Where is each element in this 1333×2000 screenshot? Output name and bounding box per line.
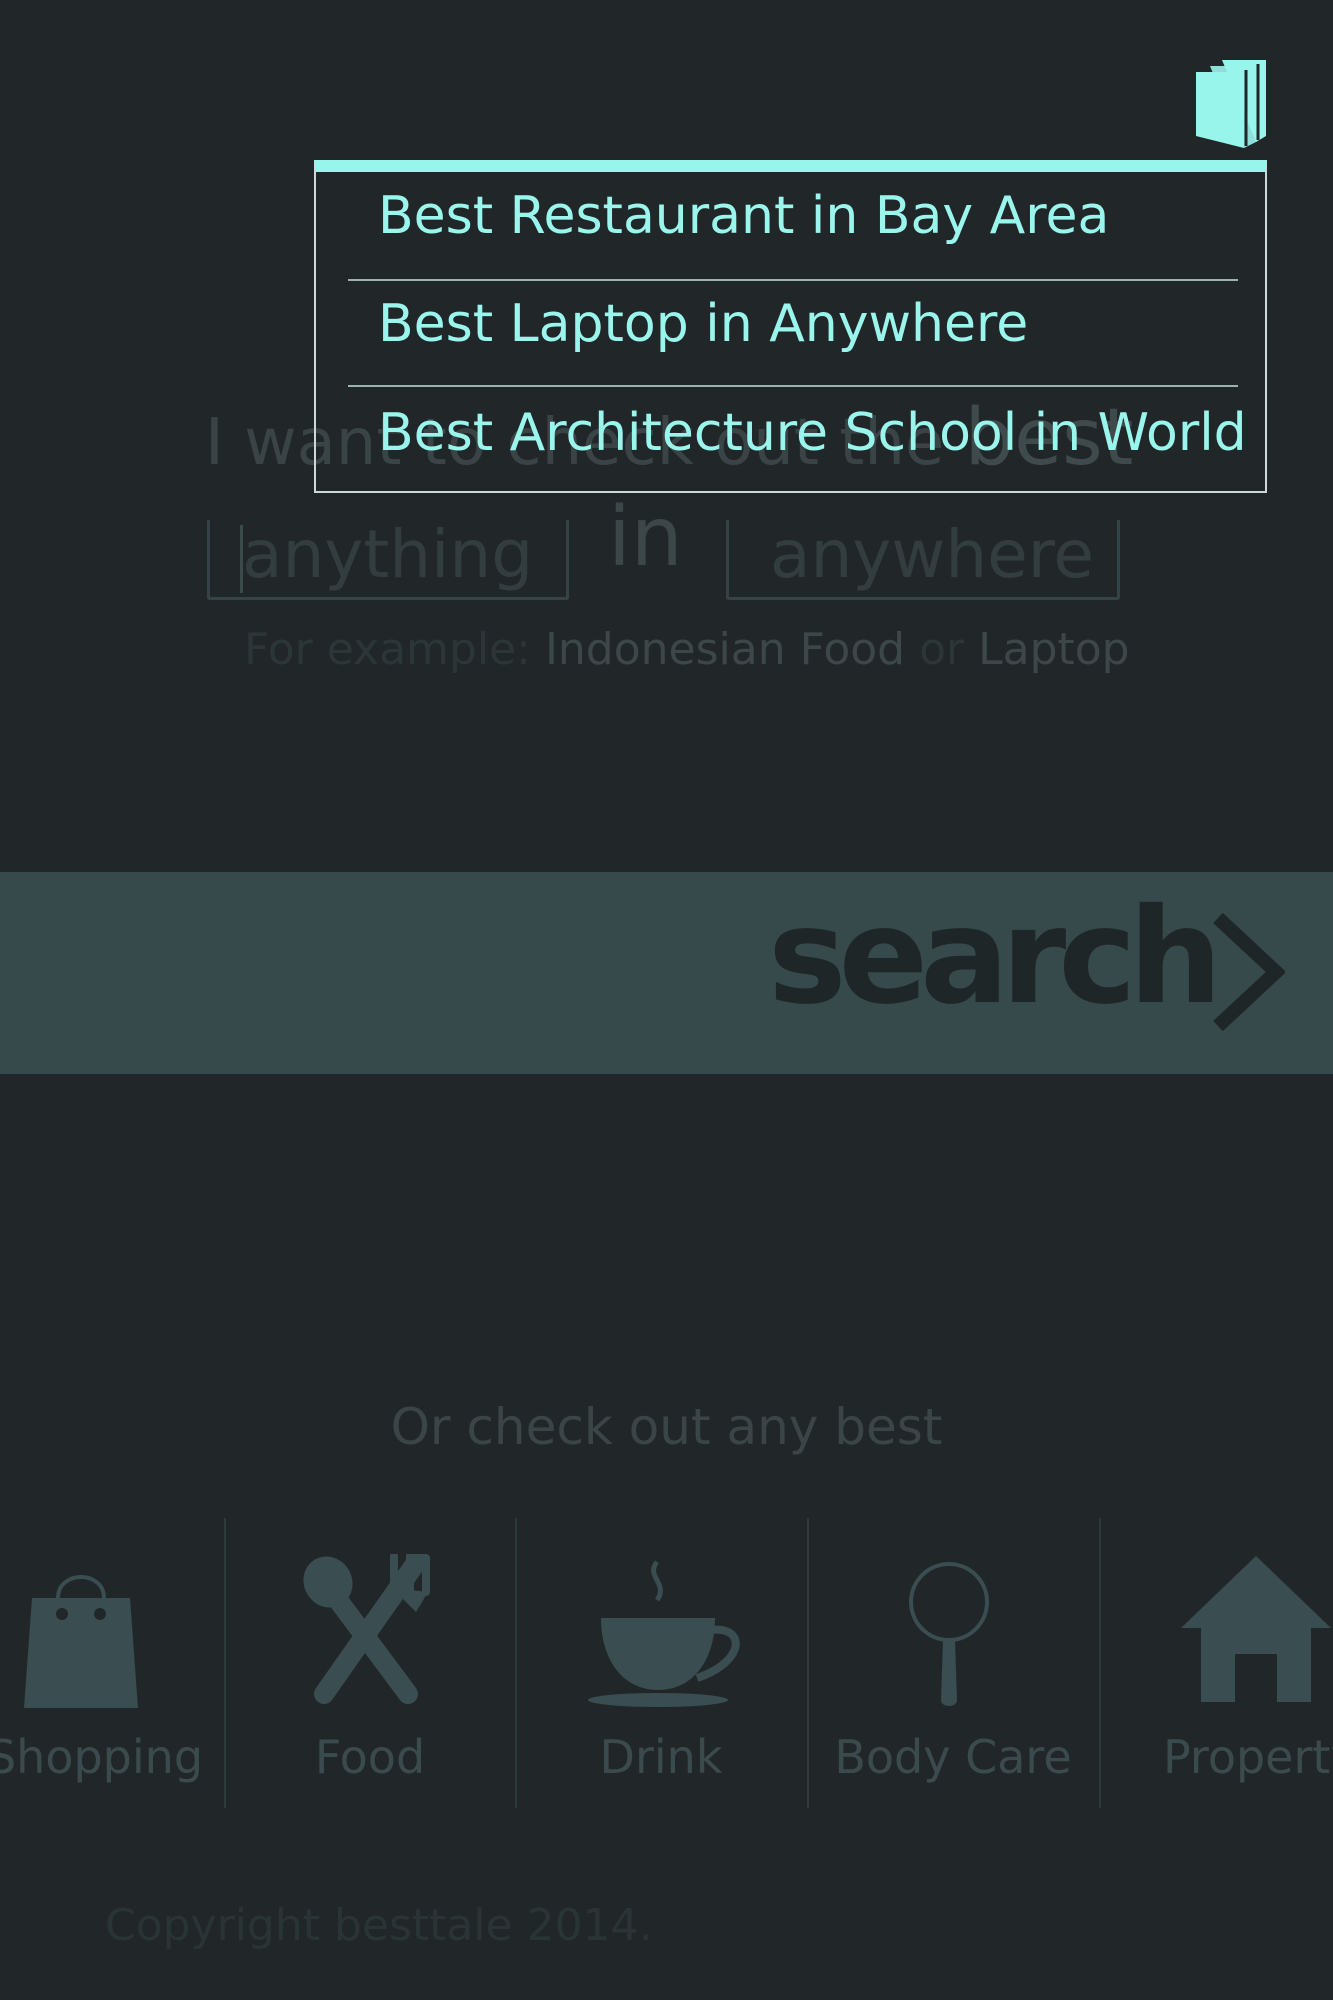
category-label: Body Care	[834, 1730, 1072, 1784]
example-link-indonesian-food[interactable]: Indonesian Food	[545, 624, 905, 675]
suggestion-divider	[348, 279, 1238, 281]
category-body-care[interactable]: Body Care	[809, 1518, 1097, 1808]
category-property[interactable]: Property	[1101, 1518, 1333, 1808]
suggestion-item[interactable]: Best Laptop in Anywhere	[378, 294, 1028, 354]
chevron-right-icon[interactable]	[1210, 912, 1285, 1032]
anything-placeholder: anything	[242, 516, 534, 593]
categories-heading: Or check out any best	[390, 1398, 943, 1456]
suggestion-item[interactable]: Best Architecture School in World	[378, 403, 1247, 463]
category-drink[interactable]: Drink	[517, 1518, 805, 1808]
suggestion-item[interactable]: Best Restaurant in Bay Area	[378, 186, 1109, 246]
mirror-icon	[909, 1562, 989, 1706]
example-link-laptop[interactable]: Laptop	[978, 624, 1130, 675]
shopping-bag-icon	[24, 1575, 138, 1708]
example-prefix: For example:	[244, 624, 545, 675]
category-label: Shopping	[0, 1730, 204, 1784]
example-or: or	[905, 624, 979, 675]
category-label: Food	[314, 1730, 426, 1784]
fork-spoon-icon	[303, 1554, 430, 1704]
category-label: Property	[1163, 1730, 1333, 1784]
house-icon	[1181, 1556, 1331, 1702]
suggestion-divider	[348, 385, 1238, 387]
book-icon[interactable]	[1196, 60, 1268, 148]
search-button-label[interactable]: search	[768, 880, 1222, 1034]
anywhere-placeholder: anywhere	[770, 516, 1095, 593]
category-label: Drink	[599, 1730, 723, 1784]
category-shopping[interactable]: Shopping	[0, 1518, 222, 1808]
coffee-cup-icon	[588, 1560, 740, 1707]
in-word: in	[608, 490, 683, 585]
category-food[interactable]: Food	[226, 1518, 514, 1808]
text-caret	[240, 525, 243, 593]
copyright: Copyright besttale 2014.	[105, 1900, 653, 1951]
example-line: For example: Indonesian Food or Laptop	[244, 624, 1130, 675]
